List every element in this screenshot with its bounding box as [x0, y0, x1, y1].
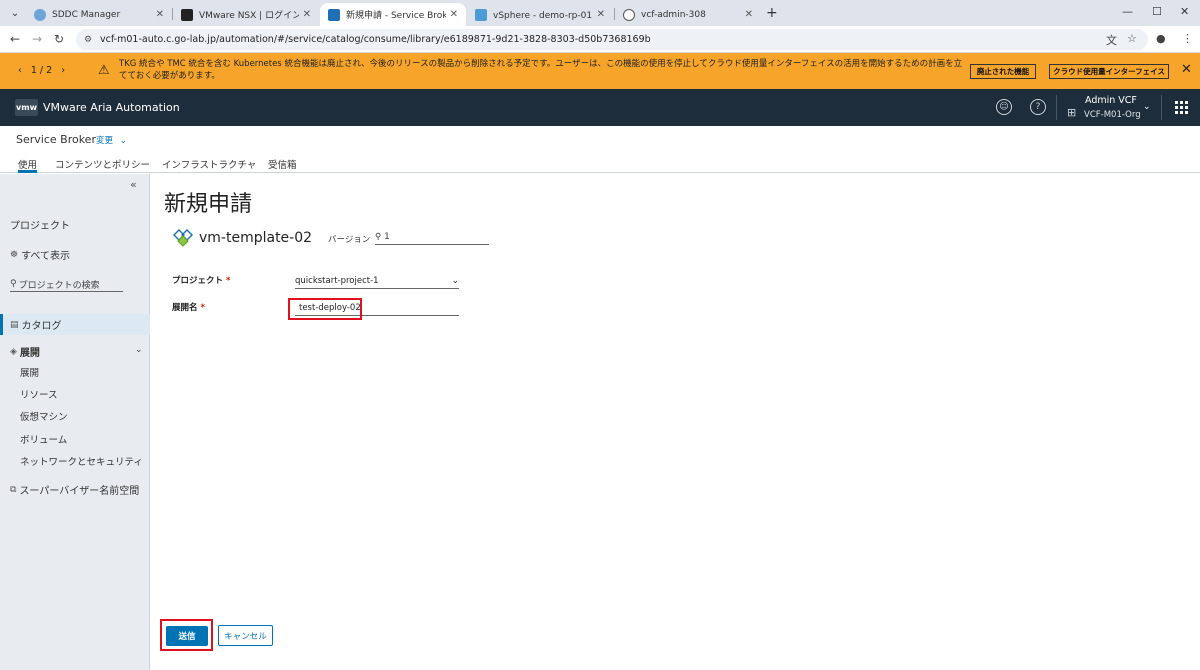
header-divider — [1161, 95, 1162, 120]
url-field[interactable]: ⚙ vcf-m01-auto.c.go-lab.jp/automation/#/… — [76, 29, 1148, 50]
user-name[interactable]: Admin VCF — [1085, 95, 1137, 106]
sidebar-item-supervisor-namespaces[interactable]: ⧉ スーパーバイザー名前空間 — [10, 482, 139, 498]
version-select[interactable]: ⚲ 1 — [375, 230, 489, 245]
deprecation-banner: ‹ 1 / 2 › ⚠ TKG 統合や TMC 統合を含む Kubernetes… — [0, 53, 1200, 89]
banner-message: TKG 統合や TMC 統合を含む Kubernetes 統合機能は廃止され、今… — [119, 59, 963, 81]
app-header: vmw VMware Aria Automation ☺ ? ⊞ Admin V… — [0, 89, 1200, 126]
cancel-button[interactable]: キャンセル — [218, 625, 273, 646]
namespace-icon: ⧉ — [10, 484, 17, 495]
aria-favicon-icon — [328, 8, 340, 21]
highlight-box-submit — [160, 619, 213, 651]
change-service-link[interactable]: 変更 ⌄ — [96, 134, 127, 146]
sidebar-group-deployments[interactable]: ◈ 展開 — [10, 344, 40, 360]
sddc-favicon-icon — [34, 8, 46, 21]
address-bar: ← → ↻ ⚙ vcf-m01-auto.c.go-lab.jp/automat… — [0, 26, 1200, 53]
feedback-smiley-icon[interactable]: ☺ — [996, 99, 1012, 115]
tab-content-and-policies[interactable]: コンテンツとポリシー — [55, 157, 150, 173]
vsphere-favicon-icon — [475, 8, 487, 21]
cloud-usage-interface-button[interactable]: クラウド使用量インターフェイス — [1049, 64, 1169, 79]
bookmark-star-icon[interactable]: ☆ — [1127, 32, 1137, 45]
maximize-icon[interactable]: ☐ — [1152, 5, 1162, 18]
page-title: 新規申請 — [164, 192, 253, 217]
help-icon[interactable]: ? — [1030, 99, 1046, 115]
site-info-icon[interactable]: ⚙ — [84, 35, 94, 45]
tab-search-chevron-icon[interactable]: ⌄ — [6, 4, 24, 22]
version-label: バージョン — [328, 235, 371, 245]
user-org[interactable]: VCF-M01-Org — [1084, 110, 1141, 120]
browser-tab[interactable]: vcf-admin-308 ✕ — [615, 3, 761, 26]
sidebar-item-virtual-machines[interactable]: 仮想マシン — [20, 409, 68, 423]
close-icon[interactable]: ✕ — [597, 9, 605, 20]
sidebar-item-catalog[interactable]: ▤ カタログ — [10, 317, 62, 333]
sidebar-item-resources[interactable]: リソース — [20, 387, 58, 401]
project-field-label: プロジェクト * — [172, 276, 231, 286]
browser-tab-strip: ⌄ SDDC Manager ✕ VMware NSX | ログイン ✕ 新規申… — [0, 0, 1200, 26]
tab-consume[interactable]: 使用 — [18, 157, 38, 173]
minimize-icon[interactable]: — — [1122, 5, 1133, 18]
project-search-input[interactable]: ⚲ プロジェクトの検索 — [10, 277, 123, 292]
tab-infrastructure[interactable]: インフラストラクチャ — [162, 157, 256, 173]
warning-icon: ⚠ — [98, 63, 110, 78]
close-icon[interactable]: ✕ — [745, 9, 753, 20]
sidebar-item-volumes[interactable]: ボリューム — [20, 432, 67, 446]
browser-tab[interactable]: SDDC Manager ✕ — [26, 3, 172, 26]
nsx-favicon-icon — [181, 8, 193, 21]
catalog-icon: ▤ — [10, 319, 19, 330]
globe-icon — [623, 8, 635, 21]
search-icon: ⚲ — [375, 232, 382, 242]
browser-tab[interactable]: VMware NSX | ログイン ✕ — [173, 3, 319, 26]
chevron-down-icon[interactable]: ⌄ — [1143, 102, 1151, 112]
app-switcher-grid-icon[interactable] — [1175, 101, 1188, 114]
profile-avatar-icon[interactable]: ● — [1156, 32, 1166, 45]
app-title[interactable]: VMware Aria Automation — [43, 101, 180, 114]
close-icon[interactable]: ✕ — [156, 9, 164, 20]
sidebar-item-show-all[interactable]: ☸ すべて表示 — [10, 247, 70, 263]
search-icon: ⚲ — [10, 279, 17, 289]
new-tab-plus-icon[interactable]: + — [766, 5, 778, 21]
chevron-down-icon[interactable]: ⌄ — [135, 345, 143, 355]
chevron-down-icon: ⌄ — [451, 276, 459, 286]
chevron-right-icon[interactable]: › — [61, 65, 65, 76]
service-subheader: Service Broker 変更 ⌄ 使用 コンテンツとポリシー インフラスト… — [0, 126, 1200, 173]
sidebar-project-heading: プロジェクト — [10, 221, 70, 232]
sidebar: « プロジェクト ☸ すべて表示 ⚲ プロジェクトの検索 ▤ カタログ ◈ 展開… — [0, 174, 150, 670]
deployment-icon: ◈ — [10, 346, 17, 357]
close-icon[interactable]: ✕ — [450, 9, 458, 20]
translate-icon[interactable]: 文 — [1106, 32, 1117, 48]
banner-pager[interactable]: ‹ 1 / 2 › — [18, 65, 65, 76]
catalog-item-name: vm-template-02 — [199, 230, 313, 246]
banner-close-icon[interactable]: ✕ — [1181, 62, 1192, 77]
service-name: Service Broker — [16, 133, 96, 146]
back-arrow-icon[interactable]: ← — [10, 32, 20, 46]
chevron-left-icon[interactable]: ‹ — [18, 65, 22, 76]
organization-icon: ⊞ — [1067, 106, 1077, 119]
window-close-icon[interactable]: ✕ — [1180, 5, 1189, 18]
blueprint-icon — [173, 229, 193, 247]
forward-arrow-icon[interactable]: → — [32, 32, 42, 46]
browser-tab-active[interactable]: 新規申請 - Service Broker ✕ — [320, 3, 466, 26]
sidebar-item-network-security[interactable]: ネットワークとセキュリティ — [20, 454, 143, 468]
deprecated-features-button[interactable]: 廃止された機能 — [970, 64, 1036, 79]
project-select[interactable]: quickstart-project-1 ⌄ — [295, 274, 459, 289]
header-divider — [1056, 95, 1057, 120]
deployment-name-label: 展開名 * — [172, 303, 205, 313]
sidebar-item-deployments[interactable]: 展開 — [20, 365, 39, 379]
highlight-box-deploy-name — [288, 298, 362, 320]
group-icon: ☸ — [10, 249, 19, 260]
close-icon[interactable]: ✕ — [303, 9, 311, 20]
tab-inbox[interactable]: 受信箱 — [268, 157, 297, 173]
reload-icon[interactable]: ↻ — [54, 32, 64, 46]
vmw-logo: vmw — [15, 99, 38, 116]
browser-tab[interactable]: vSphere - demo-rp-01 - サマリ ✕ — [467, 3, 613, 26]
browser-menu-icon[interactable]: ⋮ — [1182, 32, 1193, 45]
collapse-sidebar-icon[interactable]: « — [130, 178, 137, 191]
chevron-down-icon: ⌄ — [119, 136, 127, 146]
